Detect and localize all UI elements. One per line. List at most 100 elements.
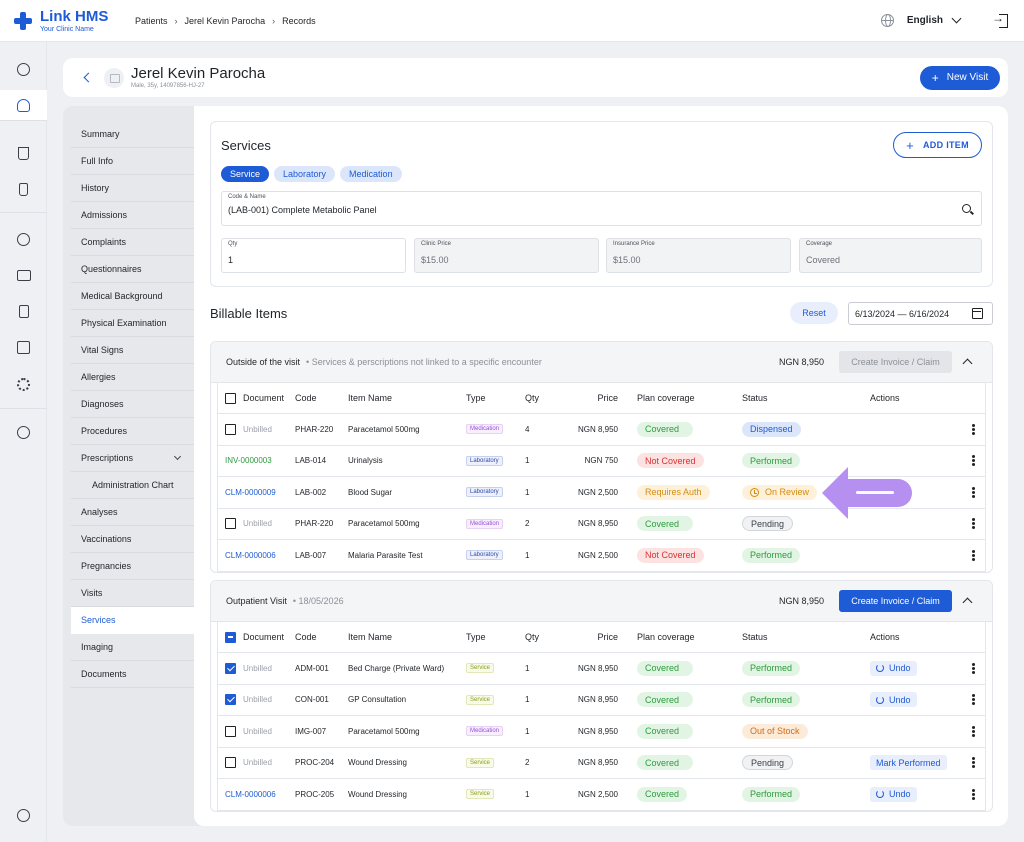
search-icon[interactable] <box>962 204 971 213</box>
undo-button[interactable]: Undo <box>870 660 917 676</box>
subnav-item-diagnoses[interactable]: Diagnoses <box>71 391 194 418</box>
plan-coverage-pill[interactable]: Covered <box>637 516 694 532</box>
app-logo[interactable]: Link HMS Your Clinic Name <box>14 9 126 33</box>
date-range-input[interactable]: 6/13/2024 — 6/16/2024 <box>848 302 993 325</box>
qty-field[interactable]: Qty 1 <box>221 238 406 273</box>
kebab-menu-icon[interactable] <box>972 427 975 431</box>
row-menu[interactable] <box>972 446 975 477</box>
rail-item-patients[interactable] <box>0 90 47 120</box>
row-menu[interactable] <box>972 509 975 540</box>
subnav-item-prescriptions[interactable]: Prescriptions <box>71 445 194 472</box>
row-menu[interactable] <box>972 477 975 508</box>
mark-performed-button[interactable]: Mark Performed <box>870 755 947 771</box>
document-link[interactable]: CLM-0000009 <box>225 488 276 497</box>
chevron-down-icon[interactable] <box>173 452 182 461</box>
rail-item-pharmacy[interactable] <box>0 174 47 204</box>
select-all-checkbox[interactable] <box>225 392 236 404</box>
row-checkbox[interactable] <box>225 662 236 674</box>
undo-button[interactable]: Undo <box>870 692 917 708</box>
breadcrumb-patient-name[interactable]: Jerel Kevin Parocha <box>185 16 266 26</box>
subnav-item-vaccinations[interactable]: Vaccinations <box>71 526 194 553</box>
breadcrumb-patients[interactable]: Patients <box>135 16 168 26</box>
row-menu[interactable] <box>972 748 975 779</box>
kebab-menu-icon[interactable] <box>972 490 975 494</box>
document-link[interactable]: INV-0000003 <box>225 456 272 465</box>
subnav-item-analyses[interactable]: Analyses <box>71 499 194 526</box>
subnav-item-pregnancies[interactable]: Pregnancies <box>71 553 194 580</box>
rail-item-help[interactable] <box>0 417 47 447</box>
create-invoice-button[interactable]: Create Invoice / Claim <box>839 351 952 373</box>
document-link[interactable]: CLM-0000006 <box>225 790 276 799</box>
subnav-item-history[interactable]: History <box>71 175 194 202</box>
row-checkbox[interactable] <box>225 725 236 737</box>
rail-item-learning[interactable] <box>0 800 47 830</box>
kebab-menu-icon[interactable] <box>972 698 975 702</box>
row-menu[interactable] <box>972 414 975 445</box>
subnav-item-label: History <box>81 183 110 193</box>
row-menu[interactable] <box>972 685 975 716</box>
subnav-item-administration-chart[interactable]: Administration Chart <box>71 472 194 499</box>
row-checkbox[interactable] <box>225 694 236 706</box>
subnav-item-complaints[interactable]: Complaints <box>71 229 194 256</box>
kebab-menu-icon[interactable] <box>972 522 975 526</box>
logout-icon[interactable] <box>992 11 1008 28</box>
language-selector[interactable]: English <box>907 15 943 26</box>
tab-service[interactable]: Service <box>221 166 270 182</box>
subnav-item-questionnaires[interactable]: Questionnaires <box>71 256 194 283</box>
subnav-item-full-info[interactable]: Full Info <box>71 148 194 175</box>
plan-coverage-pill[interactable]: Covered <box>637 421 694 437</box>
kebab-menu-icon[interactable] <box>972 666 975 670</box>
row-menu[interactable] <box>972 540 975 571</box>
status-badge: Pending <box>742 755 794 771</box>
plan-coverage-pill[interactable]: Covered <box>637 755 694 771</box>
subnav-item-services[interactable]: Services <box>71 607 194 634</box>
subnav-item-physical-examination[interactable]: Physical Examination <box>71 310 194 337</box>
subnav-item-procedures[interactable]: Procedures <box>71 418 194 445</box>
rail-item-staff[interactable] <box>0 224 47 254</box>
plan-coverage-pill[interactable]: Covered <box>637 692 694 708</box>
row-document: INV-0000003 <box>225 446 272 477</box>
row-checkbox[interactable] <box>225 518 236 530</box>
chevron-down-icon[interactable] <box>951 13 962 24</box>
tab-laboratory[interactable]: Laboratory <box>274 166 336 182</box>
subnav-item-summary[interactable]: Summary <box>71 121 194 148</box>
kebab-menu-icon[interactable] <box>972 459 975 463</box>
chevron-up-icon[interactable] <box>962 597 973 608</box>
code-name-field[interactable]: Code & Name (LAB-001) Complete Metabolic… <box>221 191 982 226</box>
kebab-menu-icon[interactable] <box>972 761 975 765</box>
rail-item-lab[interactable] <box>0 138 47 168</box>
subnav-item-documents[interactable]: Documents <box>71 661 194 688</box>
new-visit-button[interactable]: + New Visit <box>920 65 1000 90</box>
rail-item-monitor[interactable] <box>0 260 47 290</box>
chevron-up-icon[interactable] <box>962 358 973 369</box>
undo-button[interactable]: Undo <box>870 786 917 802</box>
add-item-button[interactable]: + ADD ITEM <box>893 132 982 158</box>
calendar-icon[interactable] <box>972 308 983 319</box>
select-all-checkbox[interactable] <box>225 631 236 643</box>
row-checkbox[interactable] <box>225 423 236 435</box>
row-menu[interactable] <box>972 653 975 684</box>
kebab-menu-icon[interactable] <box>972 792 975 796</box>
subnav-item-medical-background[interactable]: Medical Background <box>71 283 194 310</box>
tab-medication[interactable]: Medication <box>340 166 402 182</box>
kebab-menu-icon[interactable] <box>972 729 975 733</box>
subnav-item-vital-signs[interactable]: Vital Signs <box>71 337 194 364</box>
rail-item-calendar[interactable] <box>0 54 47 84</box>
row-menu[interactable] <box>972 779 975 810</box>
plan-coverage-pill[interactable]: Covered <box>637 660 694 676</box>
kebab-menu-icon[interactable] <box>972 553 975 557</box>
back-chevron-icon[interactable] <box>83 72 94 83</box>
subnav-item-imaging[interactable]: Imaging <box>71 634 194 661</box>
reset-button[interactable]: Reset <box>790 302 838 324</box>
row-menu[interactable] <box>972 716 975 747</box>
rail-item-billing[interactable] <box>0 296 47 326</box>
document-link[interactable]: CLM-0000006 <box>225 551 276 560</box>
subnav-item-visits[interactable]: Visits <box>71 580 194 607</box>
create-invoice-button[interactable]: Create Invoice / Claim <box>839 590 952 612</box>
subnav-item-admissions[interactable]: Admissions <box>71 202 194 229</box>
rail-item-reports[interactable] <box>0 332 47 362</box>
rail-item-settings[interactable] <box>0 369 47 399</box>
subnav-item-allergies[interactable]: Allergies <box>71 364 194 391</box>
row-checkbox[interactable] <box>225 757 236 769</box>
plan-coverage-pill[interactable]: Covered <box>637 723 694 739</box>
